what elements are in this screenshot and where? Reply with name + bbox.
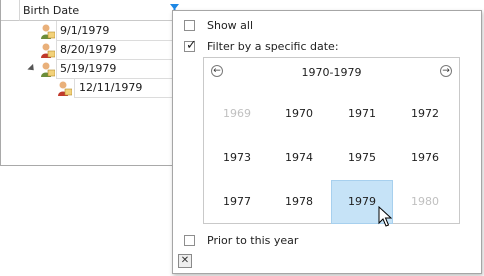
close-filter-button[interactable]: ✕	[178, 254, 192, 268]
prior-to-year-label: Prior to this year	[207, 234, 299, 247]
year-cell-1969[interactable]: 1969	[206, 92, 268, 136]
grid-cell[interactable]: 9/1/1979	[56, 21, 179, 41]
birth-date-value: 8/20/1979	[60, 43, 117, 56]
year-cell-1978[interactable]: 1978	[268, 180, 330, 224]
checkmark-icon: ✓	[186, 38, 197, 53]
person-icon	[39, 23, 56, 39]
birth-date-value: 5/19/1979	[60, 62, 117, 75]
table-row[interactable]: 12/11/1979	[1, 78, 179, 98]
grid-cell[interactable]: 5/19/1979	[56, 59, 179, 79]
year-cell-1970[interactable]: 1970	[268, 92, 330, 136]
person-icon	[39, 42, 56, 58]
year-cell-1973[interactable]: 1973	[206, 136, 268, 180]
birth-date-column-header[interactable]: Birth Date	[23, 4, 79, 17]
year-cell-1972[interactable]: 1972	[394, 92, 456, 136]
grid-header: Birth Date	[1, 0, 179, 21]
table-row[interactable]: 9/1/1979	[1, 21, 179, 41]
grid-cell[interactable]: 8/20/1979	[56, 40, 179, 60]
data-grid: Birth Date 9/1/1979 8/20/1979 5/19/1979	[0, 0, 179, 166]
show-all-label: Show all	[207, 19, 254, 32]
year-cell-1971[interactable]: 1971	[331, 92, 393, 136]
prior-to-year-checkbox[interactable]	[184, 235, 195, 246]
table-row[interactable]: 5/19/1979	[1, 59, 179, 79]
year-cell-1977[interactable]: 1977	[206, 180, 268, 224]
date-filter-popup: Show all ✓ Filter by a specific date: ← …	[172, 10, 482, 274]
collapse-arrow-icon[interactable]	[27, 63, 37, 74]
year-cell-1980[interactable]: 1980	[394, 180, 456, 224]
person-icon	[39, 61, 56, 77]
year-cell-1976[interactable]: 1976	[394, 136, 456, 180]
grid-cell[interactable]: 12/11/1979	[74, 78, 179, 98]
year-calendar: ← 1970-1979 → 1969 1970 1971 1972 1973 1…	[203, 57, 460, 224]
column-separator	[19, 0, 20, 21]
specific-date-checkbox[interactable]: ✓	[184, 38, 197, 53]
mouse-pointer-icon	[378, 205, 393, 228]
decade-title[interactable]: 1970-1979	[204, 66, 459, 79]
next-decade-button[interactable]: →	[440, 65, 452, 77]
year-cell-1975[interactable]: 1975	[331, 136, 393, 180]
show-all-checkbox[interactable]	[184, 20, 195, 31]
person-icon	[56, 80, 73, 96]
specific-date-label: Filter by a specific date:	[207, 40, 339, 53]
year-cell-1974[interactable]: 1974	[268, 136, 330, 180]
table-row[interactable]: 8/20/1979	[1, 40, 179, 60]
birth-date-value: 9/1/1979	[60, 24, 110, 37]
birth-date-value: 12/11/1979	[79, 81, 143, 94]
